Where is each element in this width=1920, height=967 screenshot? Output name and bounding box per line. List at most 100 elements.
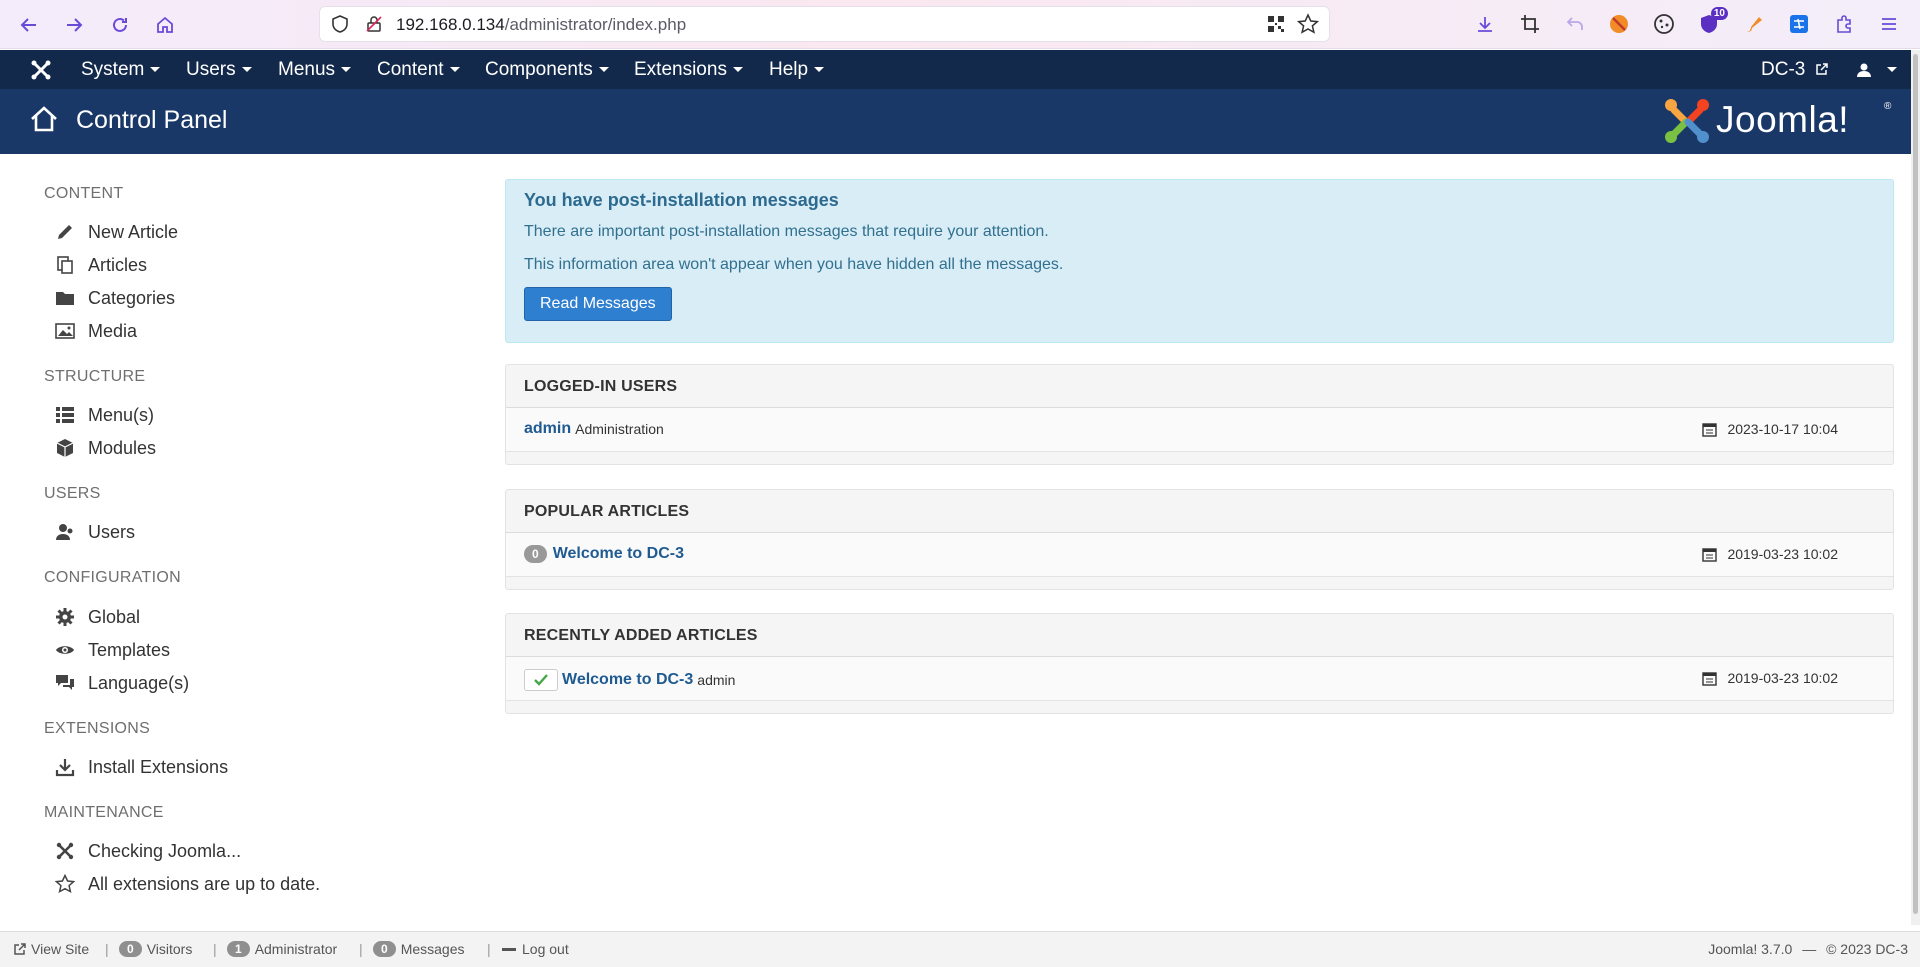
screenshot-button[interactable] bbox=[1517, 11, 1543, 37]
view-site-label: View Site bbox=[31, 941, 90, 957]
forward-button[interactable] bbox=[59, 10, 89, 40]
cookie-icon bbox=[1654, 14, 1674, 34]
extensions-button[interactable] bbox=[1831, 11, 1857, 37]
copyright: Joomla! 3.7.0 — © 2023 DC-3 bbox=[1708, 941, 1908, 957]
sidebar-item-label: Language(s) bbox=[88, 672, 190, 693]
view-site-link[interactable]: View Site bbox=[13, 941, 89, 957]
article-link[interactable]: Welcome to DC-3 bbox=[562, 671, 693, 689]
read-messages-button[interactable]: Read Messages bbox=[524, 287, 672, 321]
joomla-brand-logo: Joomla! ® bbox=[1662, 96, 1892, 148]
article-date: 2019-03-23 10:02 bbox=[1727, 546, 1838, 562]
joomla-logo-icon bbox=[1665, 99, 1709, 143]
menu-help[interactable]: Help bbox=[769, 50, 825, 89]
crop-icon bbox=[1521, 15, 1539, 33]
menu-content[interactable]: Content bbox=[377, 50, 460, 89]
home-icon bbox=[157, 16, 173, 33]
scrollbar-thumb[interactable] bbox=[1913, 54, 1918, 914]
sidebar-item-users[interactable]: Users bbox=[54, 520, 135, 544]
panel-header: RECENTLY ADDED ARTICLES bbox=[506, 614, 1893, 657]
sidebar-item-modules[interactable]: Modules bbox=[54, 436, 156, 460]
sidebar-item-install-extensions[interactable]: Install Extensions bbox=[54, 755, 228, 779]
sidebar-item-label: New Article bbox=[88, 221, 179, 242]
menu-menus[interactable]: Menus bbox=[278, 50, 352, 89]
sidebar-item-label: Install Extensions bbox=[88, 756, 229, 777]
section-title-content: CONTENT bbox=[44, 185, 124, 202]
logout-link[interactable]: Log out bbox=[502, 941, 569, 957]
messages-label: Messages bbox=[400, 941, 465, 957]
address-bar[interactable]: 192.168.0.134/administrator/index.php bbox=[319, 6, 1330, 42]
zotero-extension-button[interactable] bbox=[1786, 11, 1812, 37]
user-menu[interactable] bbox=[1856, 50, 1898, 89]
user-link[interactable]: admin bbox=[524, 420, 571, 438]
sidebar-item-label: Categories bbox=[88, 287, 176, 308]
undo-extension-button[interactable] bbox=[1562, 11, 1588, 37]
sidebar-item-label: Menu(s) bbox=[88, 404, 155, 425]
blocker-extension-button[interactable] bbox=[1606, 11, 1632, 37]
menu-extensions-label: Extensions bbox=[634, 59, 727, 80]
puzzle-icon bbox=[1837, 15, 1851, 33]
page-scrollbar[interactable] bbox=[1911, 50, 1920, 925]
sidebar-item-articles[interactable]: Articles bbox=[54, 253, 147, 277]
download-icon bbox=[1478, 17, 1492, 32]
reload-button[interactable] bbox=[105, 10, 135, 40]
menu-system[interactable]: System bbox=[81, 50, 161, 89]
login-date: 2023-10-17 10:04 bbox=[1727, 421, 1838, 437]
shield-icon[interactable] bbox=[330, 14, 350, 34]
page-title: Control Panel bbox=[76, 106, 228, 134]
menu-extensions[interactable]: Extensions bbox=[634, 50, 743, 89]
sidebar-item-languages[interactable]: Language(s) bbox=[54, 671, 189, 695]
admin-count: 1 bbox=[227, 941, 250, 957]
site-link[interactable]: DC-3 bbox=[1761, 50, 1828, 89]
admin-navbar: System Users Menus Content Components Ex… bbox=[0, 50, 1920, 89]
recent-articles-panel: RECENTLY ADDED ARTICLES Welcome to DC-3 … bbox=[505, 613, 1894, 714]
back-button[interactable] bbox=[14, 10, 44, 40]
list-item: admin Administration 2023-10-17 10:04 bbox=[506, 408, 1893, 452]
section-title-maintenance: MAINTENANCE bbox=[44, 804, 164, 821]
separator: | bbox=[105, 941, 109, 957]
sidebar-item-templates[interactable]: Templates bbox=[54, 638, 170, 662]
sidebar-item-global[interactable]: Global bbox=[54, 605, 140, 629]
sidebar-item-checking-joomla[interactable]: Checking Joomla... bbox=[54, 839, 241, 863]
app-menu-button[interactable] bbox=[1876, 11, 1902, 37]
messages-status[interactable]: 0 Messages bbox=[373, 941, 465, 957]
sidebar-item-label: Media bbox=[88, 320, 138, 341]
download-icon bbox=[54, 756, 76, 778]
visitors-label: Visitors bbox=[146, 941, 193, 957]
url-host: 192.168.0.134 bbox=[396, 15, 505, 34]
alert-text: This information area won't appear when … bbox=[524, 256, 1064, 273]
url-path: /administrator/index.php bbox=[504, 15, 687, 34]
bookmark-star-icon[interactable] bbox=[1297, 13, 1319, 35]
sidebar-item-menus[interactable]: Menu(s) bbox=[54, 403, 154, 427]
ublock-extension-button[interactable]: 10 bbox=[1696, 7, 1728, 37]
joomla-logo-icon[interactable] bbox=[29, 58, 53, 82]
post-install-alert: You have post-installation messages Ther… bbox=[505, 179, 1894, 343]
section-title-users: USERS bbox=[44, 485, 101, 502]
undo-icon bbox=[1566, 17, 1583, 30]
alert-heading: You have post-installation messages bbox=[524, 190, 839, 210]
hits-badge: 0 bbox=[524, 545, 547, 563]
published-toggle[interactable] bbox=[524, 669, 558, 691]
administrator-status[interactable]: 1 Administrator bbox=[227, 941, 337, 957]
menu-users[interactable]: Users bbox=[186, 50, 252, 89]
messages-count: 0 bbox=[373, 941, 396, 957]
menu-components[interactable]: Components bbox=[485, 50, 609, 89]
sidebar-item-new-article[interactable]: New Article bbox=[54, 220, 178, 244]
separator: | bbox=[359, 941, 363, 957]
copyright-text: © 2023 DC-3 bbox=[1826, 941, 1908, 957]
cookie-extension-button[interactable] bbox=[1651, 11, 1677, 37]
brush-extension-button[interactable] bbox=[1741, 11, 1767, 37]
url-text[interactable]: 192.168.0.134/administrator/index.php bbox=[396, 15, 686, 35]
sidebar-item-categories[interactable]: Categories bbox=[54, 286, 175, 310]
sidebar-item-media[interactable]: Media bbox=[54, 319, 137, 343]
panel-title: LOGGED-IN USERS bbox=[524, 378, 678, 395]
sidebar-item-extensions-status[interactable]: All extensions are up to date. bbox=[54, 872, 320, 896]
panel-title: RECENTLY ADDED ARTICLES bbox=[524, 627, 758, 644]
visitors-status[interactable]: 0 Visitors bbox=[119, 941, 192, 957]
article-link[interactable]: Welcome to DC-3 bbox=[553, 545, 684, 563]
block-icon bbox=[1610, 15, 1628, 33]
menu-help-label: Help bbox=[769, 59, 809, 80]
home-button[interactable] bbox=[150, 10, 180, 40]
qr-code-icon[interactable] bbox=[1267, 15, 1285, 33]
downloads-button[interactable] bbox=[1472, 11, 1498, 37]
insecure-lock-icon[interactable] bbox=[364, 14, 384, 34]
